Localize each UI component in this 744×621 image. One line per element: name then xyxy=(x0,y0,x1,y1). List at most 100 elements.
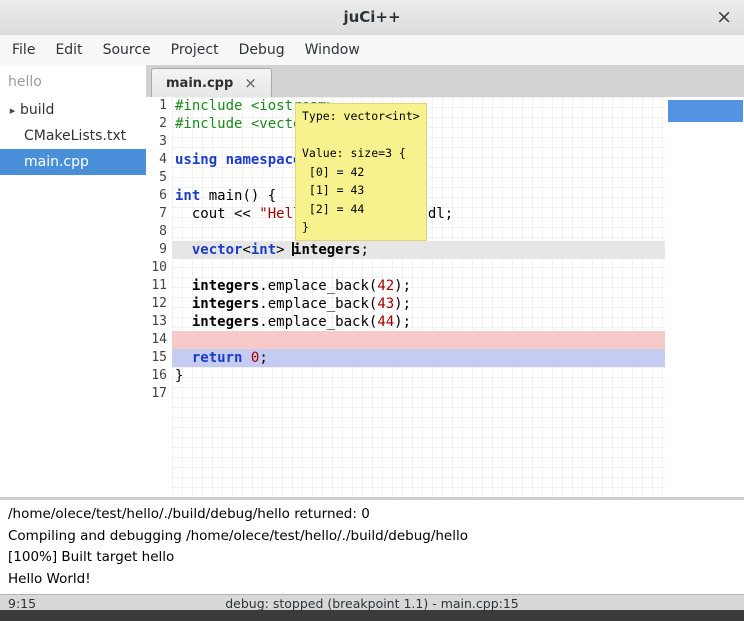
code-segment: cout << xyxy=(175,206,259,222)
line-number: 10 xyxy=(146,259,172,277)
code-segment: ; xyxy=(259,350,267,366)
code-line-16[interactable]: } xyxy=(172,367,665,385)
tooltip-line: [2] = 44 xyxy=(302,200,420,219)
tab-bar: main.cpp × xyxy=(146,65,744,98)
code-segment: 42 xyxy=(377,278,394,294)
tab-close-icon[interactable]: × xyxy=(244,74,257,92)
tooltip-line: [0] = 42 xyxy=(302,163,420,182)
status-bar: 9:15 debug: stopped (breakpoint 1.1) - m… xyxy=(0,594,744,611)
code-segment: < xyxy=(242,242,250,258)
tooltip-line: } xyxy=(302,218,420,237)
code-segment: ; xyxy=(360,242,368,258)
tab-label: main.cpp xyxy=(166,76,233,91)
code-segment: int xyxy=(251,242,276,258)
tree-item-main.cpp[interactable]: main.cpp xyxy=(0,149,146,175)
tooltip-line: Type: vector<int> xyxy=(302,107,420,126)
code-segment: 44 xyxy=(377,314,394,330)
output-line: Compiling and debugging /home/olece/test… xyxy=(8,526,736,548)
close-icon[interactable]: × xyxy=(716,6,732,28)
tree-item-label: build xyxy=(20,102,54,118)
tooltip-line: [1] = 43 xyxy=(302,181,420,200)
code-segment: integers xyxy=(293,242,360,258)
line-number: 14 xyxy=(146,331,172,349)
output-line: Hello World! xyxy=(8,569,736,591)
output-line: [100%] Built target hello xyxy=(8,547,736,569)
code-line-14[interactable] xyxy=(172,331,665,349)
editor-right-margin xyxy=(665,97,744,497)
code-segment: namespace xyxy=(226,152,302,168)
code-line-12[interactable]: integers.emplace_back(43); xyxy=(172,295,665,313)
tab-main-cpp[interactable]: main.cpp × xyxy=(151,68,272,97)
menu-item-edit[interactable]: Edit xyxy=(45,37,92,63)
code-segment: .emplace_back( xyxy=(259,296,377,312)
code-line-15[interactable]: return 0; xyxy=(172,349,665,367)
code-line-13[interactable]: integers.emplace_back(44); xyxy=(172,313,665,331)
line-number: 7 xyxy=(146,205,172,223)
menu-item-source[interactable]: Source xyxy=(93,37,161,63)
line-number: 11 xyxy=(146,277,172,295)
code-segment: } xyxy=(175,368,183,384)
code-segment xyxy=(242,350,250,366)
menu-item-project[interactable]: Project xyxy=(161,37,229,63)
tree-item-label: CMakeLists.txt xyxy=(24,128,126,144)
code-segment: integers xyxy=(192,296,259,312)
line-number: 9 xyxy=(146,241,172,259)
title-bar: juCi++ × xyxy=(0,0,744,36)
line-number: 2 xyxy=(146,115,172,133)
line-number: 16 xyxy=(146,367,172,385)
tree-item-build[interactable]: ▸build xyxy=(0,97,146,123)
line-number: 17 xyxy=(146,385,172,403)
code-segment: ); xyxy=(394,314,411,330)
line-number: 13 xyxy=(146,313,172,331)
output-line: /home/olece/test/hello/./build/debug/hel… xyxy=(8,504,736,526)
code-segment: using xyxy=(175,152,217,168)
scrollbar-thumb[interactable] xyxy=(668,100,743,122)
line-number: 6 xyxy=(146,187,172,205)
code-segment: 43 xyxy=(377,296,394,312)
sidebar: hello ▸build CMakeLists.txt main.cpp xyxy=(0,65,147,497)
tooltip-line xyxy=(302,126,420,145)
code-segment: integers xyxy=(192,278,259,294)
window-title: juCi++ xyxy=(0,8,744,26)
code-line-10[interactable] xyxy=(172,259,665,277)
code-segment: integers xyxy=(192,314,259,330)
project-name: hello xyxy=(0,65,146,97)
code-segment xyxy=(175,296,192,312)
menu-item-debug[interactable]: Debug xyxy=(229,37,295,63)
code-segment: main() { xyxy=(200,188,276,204)
code-segment: .emplace_back( xyxy=(259,314,377,330)
code-editor[interactable]: 1234567891011121314151617 #include <iost… xyxy=(146,97,744,497)
code-line-9[interactable]: vector<int> integers; xyxy=(172,241,665,259)
line-number: 1 xyxy=(146,97,172,115)
menu-bar: FileEditSourceProjectDebugWindow xyxy=(0,35,744,66)
tree-item-cmakelists.txt[interactable]: CMakeLists.txt xyxy=(0,123,146,149)
line-number: 8 xyxy=(146,223,172,241)
code-segment xyxy=(175,314,192,330)
code-segment xyxy=(175,278,192,294)
code-segment: > xyxy=(276,242,293,258)
code-line-17[interactable] xyxy=(172,385,665,403)
bottom-strip xyxy=(0,610,744,621)
file-tree: ▸build CMakeLists.txt main.cpp xyxy=(0,97,146,175)
line-number: 3 xyxy=(146,133,172,151)
line-number-gutter: 1234567891011121314151617 xyxy=(146,97,172,497)
menu-item-window[interactable]: Window xyxy=(295,37,370,63)
code-segment: .emplace_back( xyxy=(259,278,377,294)
tooltip-line: Value: size=3 { xyxy=(302,144,420,163)
code-segment xyxy=(217,152,225,168)
code-segment: return xyxy=(192,350,243,366)
line-number: 12 xyxy=(146,295,172,313)
app-window: juCi++ × FileEditSourceProjectDebugWindo… xyxy=(0,0,744,621)
line-number: 4 xyxy=(146,151,172,169)
code-segment: ); xyxy=(394,278,411,294)
menu-item-file[interactable]: File xyxy=(2,37,45,63)
tree-item-label: main.cpp xyxy=(24,154,89,170)
debug-value-tooltip: Type: vector<int> Value: size=3 { [0] = 4… xyxy=(295,103,427,241)
output-panel: /home/olece/test/hello/./build/debug/hel… xyxy=(0,500,744,594)
expander-icon[interactable]: ▸ xyxy=(5,104,20,117)
code-line-11[interactable]: integers.emplace_back(42); xyxy=(172,277,665,295)
code-segment xyxy=(175,242,192,258)
debug-status: debug: stopped (breakpoint 1.1) - main.c… xyxy=(0,596,744,611)
code-segment: ); xyxy=(394,296,411,312)
code-segment: int xyxy=(175,188,200,204)
